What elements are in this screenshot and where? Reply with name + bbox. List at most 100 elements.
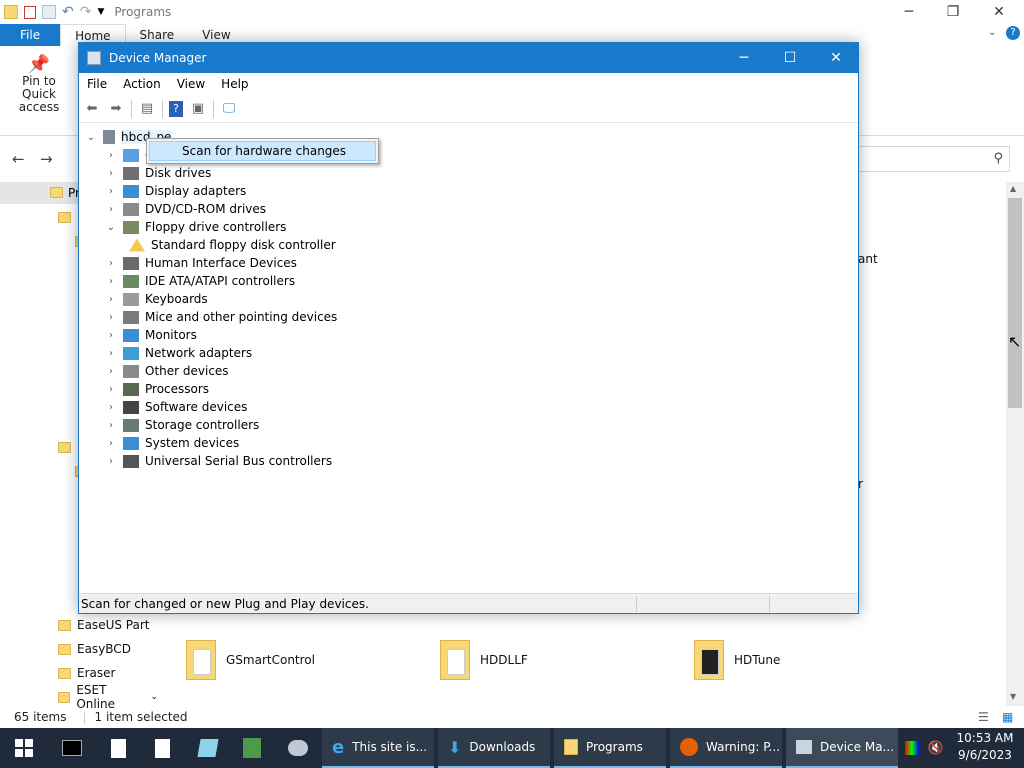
scan-hardware-icon[interactable]: 🖵 [220,100,238,118]
color-app-icon[interactable] [902,736,922,760]
details-view-icon[interactable]: ☰ [978,710,989,724]
tree-item[interactable]: › Other devices [105,362,229,380]
nav-item[interactable]: EaseUS Part [58,614,149,636]
minimize-button[interactable]: ─ [886,0,932,24]
tree-item[interactable]: › Universal Serial Bus controllers [105,452,332,470]
tree-item[interactable]: › DVD/CD-ROM drives [105,200,266,218]
tree-item[interactable]: Standard floppy disk controller [123,236,336,254]
system-clock[interactable]: 10:53 AM 9/6/2023 [950,730,1020,764]
ribbon-collapse-icon[interactable]: ⌄ [988,27,996,38]
tab-file[interactable]: File [0,24,61,46]
taskbar-button-downloads[interactable]: ⬇ Downloads [438,728,550,768]
chevron-down-icon[interactable]: ⌄ [105,222,117,233]
tree-item[interactable]: › Keyboards [105,290,208,308]
spreadsheet-icon[interactable] [240,736,264,760]
minimize-button[interactable]: ─ [721,43,767,73]
menu-action[interactable]: Action [115,77,169,91]
chevron-down-icon: ⌄ [150,692,158,702]
scan-for-hardware-changes-item[interactable]: Scan for hardware changes [149,141,376,161]
tree-item[interactable]: › Network adapters [105,344,252,362]
forward-arrow-icon[interactable]: ➡ [107,100,125,118]
tree-item[interactable]: › Software devices [105,398,247,416]
chevron-right-icon[interactable]: › [105,402,117,413]
chevron-right-icon[interactable]: › [105,366,117,377]
search-input[interactable]: ⚲ [858,146,1010,172]
menu-view[interactable]: View [169,77,213,91]
back-arrow-icon[interactable]: ⬅ [83,100,101,118]
mouse-icon [123,310,139,324]
scrollbar-thumb[interactable] [1008,198,1022,408]
chevron-down-icon[interactable]: ▼ [97,7,104,17]
taskbar-button-programs[interactable]: Programs [554,728,666,768]
file-tile[interactable]: GSmartControl [186,640,315,680]
close-button[interactable]: ✕ [976,0,1022,24]
software-device-icon [123,400,139,414]
tree-item[interactable]: › Storage controllers [105,416,259,434]
tree-item[interactable]: › Mice and other pointing devices [105,308,337,326]
file-tile[interactable]: HDDLLF [440,640,528,680]
help-icon[interactable]: ? [169,100,183,117]
tree-item[interactable]: › Human Interface Devices [105,254,297,272]
monitor-icon [123,328,139,342]
nav-item[interactable]: EasyBCD [58,638,131,660]
tree-item[interactable]: › System devices [105,434,239,452]
tree-item[interactable]: ⌄ Floppy drive controllers [105,218,287,236]
nav-item[interactable]: Eraser [58,662,115,684]
taskbar-button-device-manager[interactable]: Device Ma... [786,728,898,768]
chevron-right-icon[interactable]: › [105,312,117,323]
command-prompt-icon[interactable] [60,736,84,760]
chevron-right-icon[interactable]: › [105,168,117,179]
chevron-right-icon[interactable]: › [105,186,117,197]
redo-icon[interactable]: ↷ [80,4,92,20]
chevron-right-icon[interactable]: › [105,258,117,269]
chevron-right-icon[interactable]: › [105,438,117,449]
taskbar-button-ie[interactable]: e This site is... [322,728,434,768]
properties-icon[interactable]: ▣ [189,100,207,118]
large-icons-view-icon[interactable]: ▦ [1002,710,1013,724]
chevron-right-icon[interactable]: › [105,150,117,161]
undo-icon[interactable]: ↶ [62,4,74,20]
chevron-right-icon[interactable]: › [105,384,117,395]
maximize-button[interactable]: ❐ [930,0,976,24]
chevron-right-icon[interactable]: › [105,456,117,467]
close-button[interactable]: ✕ [813,43,859,73]
start-button[interactable] [12,736,36,760]
maximize-button[interactable]: ☐ [767,43,813,73]
show-hide-console-tree-icon[interactable]: ▤ [138,100,156,118]
partial-file-label: ant [858,252,878,266]
chevron-right-icon[interactable]: › [105,276,117,287]
paint-icon[interactable] [286,736,310,760]
tree-item[interactable]: › Monitors [105,326,197,344]
back-arrow-icon[interactable]: ← [12,150,25,168]
taskbar-button-firefox[interactable]: Warning: P... [670,728,782,768]
forward-arrow-icon[interactable]: → [40,150,53,168]
tree-item[interactable]: › Display adapters [105,182,246,200]
document-icon[interactable] [150,736,174,760]
scroll-down-icon[interactable]: ▼ [1010,692,1016,701]
tree-item[interactable]: › IDE ATA/ATAPI controllers [105,272,295,290]
chevron-right-icon[interactable]: › [105,330,117,341]
tree-item[interactable]: › Disk drives [105,164,211,182]
help-icon[interactable]: ? [1006,26,1020,40]
chevron-right-icon[interactable]: › [105,294,117,305]
notepad-icon[interactable] [196,736,220,760]
menu-file[interactable]: File [79,77,115,91]
new-folder-icon[interactable] [42,5,56,19]
folder-icon [50,187,63,198]
scroll-up-icon[interactable]: ▲ [1010,184,1016,193]
chevron-right-icon[interactable]: › [105,348,117,359]
document-icon[interactable] [106,736,130,760]
chevron-right-icon[interactable]: › [105,204,117,215]
folder-icon [58,442,71,453]
usb-icon [123,454,139,468]
nav-item-label: EaseUS Part [77,618,150,632]
tree-item[interactable]: › Processors [105,380,209,398]
menu-help[interactable]: Help [213,77,256,91]
chevron-right-icon[interactable]: › [105,420,117,431]
pin-to-quick-access-button[interactable]: 📌 Pin to Quick access [4,56,74,114]
chevron-down-icon[interactable]: ⌄ [85,132,97,143]
properties-icon[interactable] [24,5,36,19]
nav-item[interactable]: ESET Online ⌄ [58,683,158,711]
file-tile[interactable]: HDTune [694,640,780,680]
volume-muted-icon[interactable]: 🔇 [926,736,946,760]
